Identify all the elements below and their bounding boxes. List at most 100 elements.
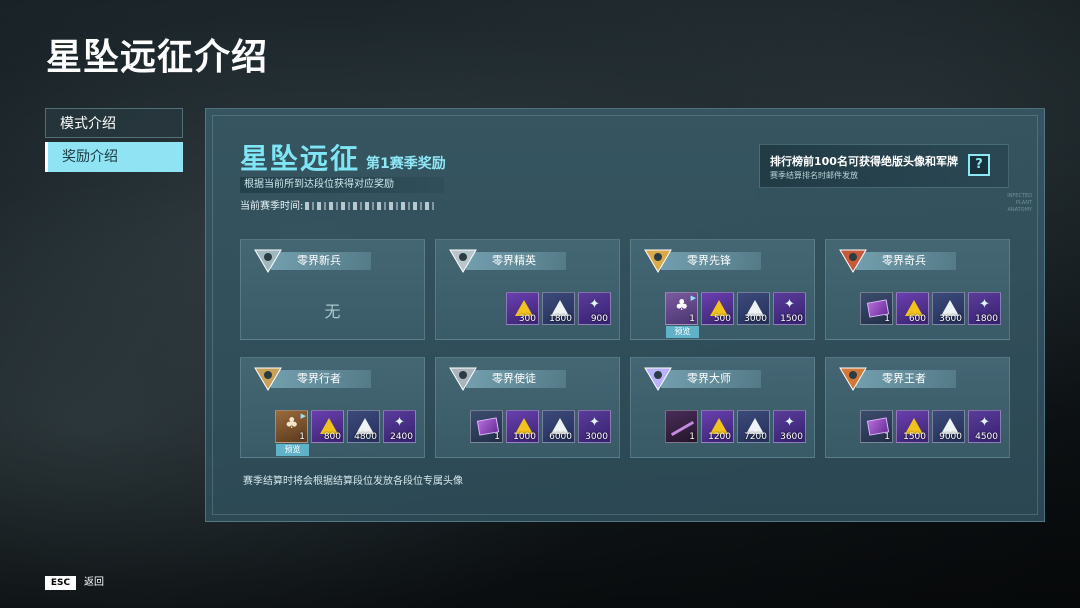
rank-badge-icon — [838, 364, 868, 392]
reward-qty: 900 — [590, 314, 608, 324]
rank-badge-icon — [448, 246, 478, 274]
reward-item-card-i-icon[interactable]: 1 — [860, 410, 893, 443]
reward-items: 1 1000 6000 3000 — [470, 410, 611, 443]
esc-key-icon[interactable]: ESC — [45, 576, 76, 590]
tier-card: 零界大师 1 1200 7200 3600 — [630, 357, 815, 458]
reward-item-wing-icon[interactable]: 3000 — [578, 410, 611, 443]
deco-text: INFECTED PLANT ANATOMY — [1007, 193, 1032, 213]
reward-qty: 1 — [299, 432, 305, 442]
page-title: 星坠远征介绍 — [46, 37, 269, 78]
rank-badge-icon — [643, 364, 673, 392]
nav-mode-intro[interactable]: 模式介绍 — [45, 108, 183, 138]
tier-card: 零界行者 1 ▶ 预览 800 4800 2400 — [240, 357, 425, 458]
reward-item-wtri-icon[interactable]: 6000 — [542, 410, 575, 443]
reward-item-tri-icon[interactable]: 1000 — [506, 410, 539, 443]
reward-qty: 1500 — [903, 432, 926, 442]
tier-name: 零界新兵 — [271, 252, 371, 270]
reward-qty: 4800 — [354, 432, 377, 442]
reward-items: 300 1800 900 — [506, 292, 611, 325]
reward-qty: 1 — [689, 432, 695, 442]
reward-item-wtri-icon[interactable]: 3000 — [737, 292, 770, 325]
reward-item-tri-icon[interactable]: 600 — [896, 292, 929, 325]
reward-item-wtri-icon[interactable]: 7200 — [737, 410, 770, 443]
reward-items: 1 ▶ 预览 800 4800 2400 — [275, 410, 416, 456]
reward-items: 1 1500 9000 4500 — [860, 410, 1001, 443]
rank-badge-icon — [253, 246, 283, 274]
reward-qty: 3600 — [780, 432, 803, 442]
reward-item-skin-icon[interactable]: 1 ▶ 预览 — [665, 292, 699, 338]
rank-badge-icon — [253, 364, 283, 392]
reward-item-wtri-icon[interactable]: 3600 — [932, 292, 965, 325]
reward-qty: 2400 — [390, 432, 413, 442]
reward-qty: 600 — [908, 314, 926, 324]
reward-item-wing-icon[interactable]: 3600 — [773, 410, 806, 443]
reward-qty: 1800 — [975, 314, 998, 324]
reward-item-wtri-icon[interactable]: 9000 — [932, 410, 965, 443]
reward-panel: 星坠远征 第1赛季奖励 根据当前所到达段位获得对应奖励 当前赛季时间: 排行榜前… — [205, 108, 1045, 522]
reward-items: 1 1200 7200 3600 — [665, 410, 806, 443]
reward-item-tri-icon[interactable]: 800 — [311, 410, 344, 443]
rank-badge-icon — [643, 246, 673, 274]
rank-badge-icon — [448, 364, 478, 392]
reward-item-blade-icon[interactable]: 1 — [665, 410, 698, 443]
reward-qty: 4500 — [975, 432, 998, 442]
reward-item-card-i-icon[interactable]: 1 — [860, 292, 893, 325]
reward-qty: 1 — [689, 314, 695, 324]
reward-qty: 1 — [884, 314, 890, 324]
reward-items: 1 600 3600 1800 — [860, 292, 1001, 325]
tier-card: 零界先锋 1 ▶ 预览 500 3000 1500 — [630, 239, 815, 340]
tier-name: 零界行者 — [271, 370, 371, 388]
reward-item-wtri-icon[interactable]: 4800 — [347, 410, 380, 443]
preview-button[interactable]: 预览 — [666, 326, 699, 338]
reward-items: 1 ▶ 预览 500 3000 1500 — [665, 292, 806, 338]
reward-qty: 300 — [518, 314, 536, 324]
reward-item-card-i-icon[interactable]: 1 — [470, 410, 503, 443]
reward-item-wtri-icon[interactable]: 1800 — [542, 292, 575, 325]
preview-button[interactable]: 预览 — [276, 444, 309, 456]
reward-qty: 800 — [323, 432, 341, 442]
reward-qty: 6000 — [549, 432, 572, 442]
reward-item-tri-icon[interactable]: 1500 — [896, 410, 929, 443]
leaderboard-subtitle: 赛季结算排名时邮件发放 — [770, 171, 858, 180]
reward-item-tri-icon[interactable]: 500 — [701, 292, 734, 325]
reward-qty: 7200 — [744, 432, 767, 442]
leaderboard-title: 排行榜前100名可获得绝版头像和军牌 — [770, 155, 958, 168]
no-reward-text: 无 — [324, 302, 341, 321]
reward-item-tri-icon[interactable]: 1200 — [701, 410, 734, 443]
reward-qty: 1000 — [513, 432, 536, 442]
tier-name: 零界使徒 — [466, 370, 566, 388]
masked-date — [305, 202, 436, 210]
play-icon: ▶ — [300, 412, 306, 420]
season-time: 当前赛季时间: — [240, 197, 436, 212]
reward-qty: 1800 — [549, 314, 572, 324]
reward-description: 根据当前所到达段位获得对应奖励 — [240, 177, 444, 193]
reward-item-wing-icon[interactable]: 2400 — [383, 410, 416, 443]
mode-heading: 星坠远征 — [240, 142, 361, 175]
nav-reward-intro[interactable]: 奖励介绍 — [45, 142, 183, 172]
reward-item-wing-icon[interactable]: 1800 — [968, 292, 1001, 325]
reward-item-wing-icon[interactable]: 1500 — [773, 292, 806, 325]
reward-item-skin2-icon[interactable]: 1 ▶ 预览 — [275, 410, 309, 456]
reward-qty: 3000 — [585, 432, 608, 442]
reward-qty: 3000 — [744, 314, 767, 324]
tier-card: 零界王者 1 1500 9000 4500 — [825, 357, 1010, 458]
tier-card: 零界奇兵 1 600 3600 1800 — [825, 239, 1010, 340]
reward-item-wing-icon[interactable]: 900 — [578, 292, 611, 325]
tier-name: 零界精英 — [466, 252, 566, 270]
back-label[interactable]: 返回 — [84, 576, 104, 590]
reward-qty: 500 — [713, 314, 731, 324]
tier-name: 零界先锋 — [661, 252, 761, 270]
reward-item-tri-icon[interactable]: 300 — [506, 292, 539, 325]
reward-item-wing-icon[interactable]: 4500 — [968, 410, 1001, 443]
help-icon[interactable]: ? — [968, 154, 990, 176]
reward-qty: 1200 — [708, 432, 731, 442]
tier-card: 零界新兵无 — [240, 239, 425, 340]
season-time-label: 当前赛季时间: — [240, 201, 304, 212]
rank-badge-icon — [838, 246, 868, 274]
reward-qty: 1500 — [780, 314, 803, 324]
tier-name: 零界奇兵 — [856, 252, 956, 270]
reward-qty: 1 — [884, 432, 890, 442]
season-footnote: 赛季结算时将会根据结算段位发放各段位专属头像 — [243, 476, 463, 487]
tier-card: 零界使徒 1 1000 6000 3000 — [435, 357, 620, 458]
tier-name: 零界王者 — [856, 370, 956, 388]
